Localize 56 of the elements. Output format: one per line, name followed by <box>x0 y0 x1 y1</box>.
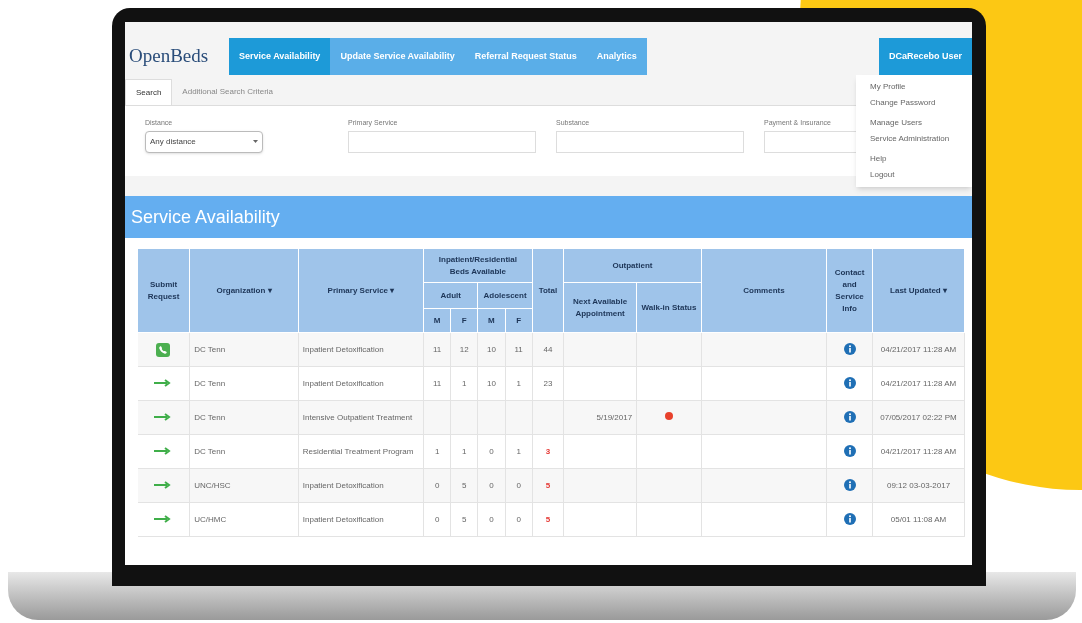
column-header: Submit Request <box>137 248 190 333</box>
table-cell: 0 <box>477 502 506 537</box>
table-cell: 1 <box>423 434 451 469</box>
column-header: Total <box>532 248 564 333</box>
section-title: Service Availability <box>125 196 972 238</box>
table-cell: Inpatient Detoxification <box>298 502 424 537</box>
table-cell: Residential Treatment Program <box>298 434 424 469</box>
table-cell: DC Tenn <box>189 332 299 367</box>
table-cell: DC Tenn <box>189 400 299 435</box>
table-cell: 0 <box>477 434 506 469</box>
table-cell: 0 <box>477 468 506 503</box>
column-header: M <box>423 308 451 333</box>
table-cell: 0 <box>423 502 451 537</box>
table-cell: 5/19/2017 <box>563 400 637 435</box>
column-header: Comments <box>701 248 827 333</box>
table-cell: 1 <box>505 366 533 401</box>
table-cell: 07/05/2017 02:22 PM <box>872 400 965 435</box>
table-cell: 12 <box>450 332 478 367</box>
column-header: M <box>477 308 506 333</box>
table-cell: 10 <box>477 366 506 401</box>
table-cell: 04/21/2017 11:28 AM <box>872 434 965 469</box>
table-cell: DC Tenn <box>189 434 299 469</box>
table-cell: 11 <box>505 332 533 367</box>
column-header: Inpatient/Residential Beds Available <box>423 248 533 283</box>
table-cell: 23 <box>532 366 564 401</box>
table-cell: Inpatient Detoxification <box>298 366 424 401</box>
table-cell: 5 <box>450 468 478 503</box>
table-cell: UNC/HSC <box>189 468 299 503</box>
column-header: Adult <box>423 282 478 309</box>
table-cell: DC Tenn <box>189 366 299 401</box>
table-cell: 5 <box>532 502 564 537</box>
table-cell: 3 <box>532 434 564 469</box>
table-cell: 11 <box>423 366 451 401</box>
table-cell: 1 <box>450 434 478 469</box>
table-cell: 05/01 11:08 AM <box>872 502 965 537</box>
table-cell: UC/HMC <box>189 502 299 537</box>
table-cell: Intensive Outpatient Treatment <box>298 400 424 435</box>
table-cell: 04/21/2017 11:28 AM <box>872 332 965 367</box>
table-cell: 0 <box>505 502 533 537</box>
table-cell: 0 <box>505 468 533 503</box>
table-cell: Inpatient Detoxification <box>298 332 424 367</box>
table-cell: 04/21/2017 11:28 AM <box>872 366 965 401</box>
table-cell: Inpatient Detoxification <box>298 468 424 503</box>
column-header: Next Available Appointment <box>563 282 637 333</box>
table-cell: 0 <box>423 468 451 503</box>
table-cell: 44 <box>532 332 564 367</box>
column-header: F <box>450 308 478 333</box>
table-cell: 1 <box>450 366 478 401</box>
table-cell: 09:12 03-03-2017 <box>872 468 965 503</box>
table-cell: 1 <box>505 434 533 469</box>
table-cell: 11 <box>423 332 451 367</box>
column-header: Outpatient <box>563 248 702 283</box>
table-cell: 10 <box>477 332 506 367</box>
table-cell: 5 <box>450 502 478 537</box>
column-header: Contact and Service Info <box>826 248 873 333</box>
table-cell: 5 <box>532 468 564 503</box>
